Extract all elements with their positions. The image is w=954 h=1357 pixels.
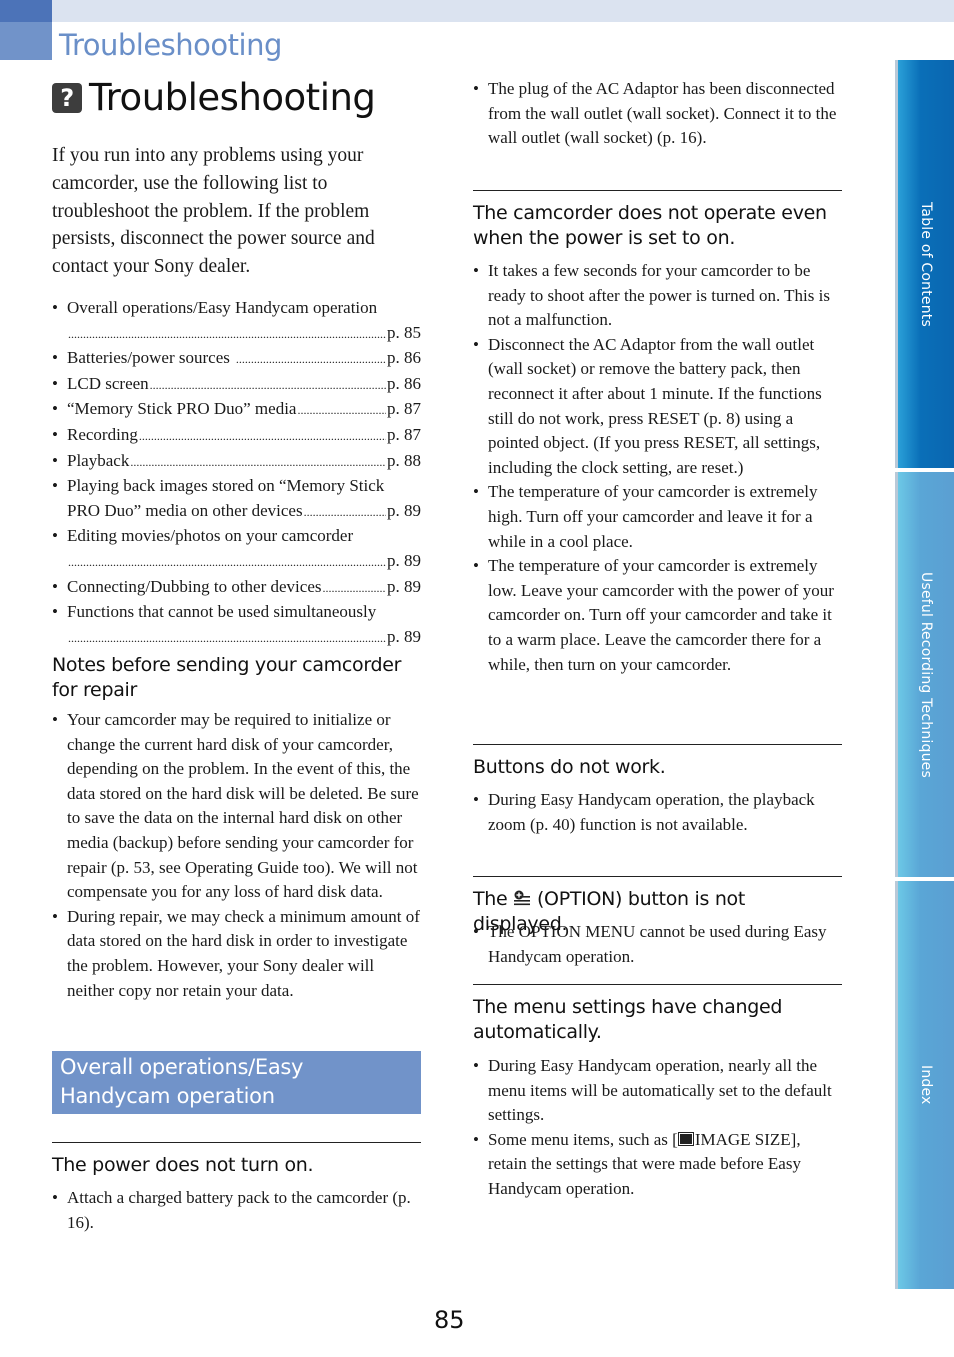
toc-item[interactable]: Batteries/power sourcesp. 86 — [52, 346, 421, 372]
toc-page[interactable]: p. 86 — [387, 372, 421, 397]
problem-list: It takes a few seconds for your camcorde… — [473, 259, 843, 677]
toc-item[interactable]: “Memory Stick PRO Duo” mediap. 87 — [52, 397, 421, 423]
corner-block-lower — [0, 22, 52, 60]
toc-item[interactable]: Editing movies/photos on your camcorder … — [52, 524, 421, 574]
intro-paragraph: If you run into any problems using your … — [52, 145, 375, 278]
image-size-icon — [677, 1131, 694, 1146]
toc-page[interactable]: p. 89 — [387, 549, 421, 574]
problem-list-continued: The plug of the AC Adaptor has been disc… — [473, 77, 843, 151]
question-mark-icon: ? — [52, 82, 82, 113]
list-item: During repair, we may check a minimum am… — [52, 905, 422, 1003]
toc-item[interactable]: Playbackp. 88 — [52, 449, 421, 475]
divider — [473, 984, 842, 985]
toc-item[interactable]: LCD screenp. 86 — [52, 372, 421, 398]
tab-index[interactable]: Index — [895, 881, 954, 1289]
problem-list: During Easy Handycam operation, the play… — [473, 788, 843, 837]
tab-useful-recording-techniques[interactable]: Useful Recording Techniques — [895, 472, 954, 877]
problem-list: During Easy Handycam operation, nearly a… — [473, 1054, 843, 1202]
toc-item[interactable]: Recordingp. 87 — [52, 423, 421, 449]
toc-page[interactable]: p. 89 — [387, 499, 421, 524]
list-item: Some menu items, such as [IMAGE SIZE], r… — [473, 1128, 843, 1202]
divider — [473, 744, 842, 745]
top-band — [0, 0, 954, 22]
list-item: During Easy Handycam operation, the play… — [473, 788, 843, 837]
toc-page[interactable]: p. 88 — [387, 449, 421, 474]
list-item: The temperature of your camcorder is ext… — [473, 480, 843, 554]
list-item: The OPTION MENU cannot be used during Ea… — [473, 920, 843, 969]
problem-heading: Buttons do not work. — [473, 756, 666, 778]
toc-page[interactable]: p. 86 — [387, 346, 421, 371]
troubleshooting-toc: Overall operations/Easy Handycam operati… — [52, 296, 421, 650]
problem-heading: The camcorder does not operate even when… — [473, 202, 827, 249]
page-title: ? Troubleshooting — [52, 76, 376, 119]
toc-item[interactable]: Playing back images stored on “Memory St… — [52, 474, 421, 524]
toc-page[interactable]: p. 87 — [387, 397, 421, 422]
list-item: The plug of the AC Adaptor has been disc… — [473, 77, 843, 151]
list-item: Attach a charged battery pack to the cam… — [52, 1186, 422, 1235]
list-item: It takes a few seconds for your camcorde… — [473, 259, 843, 333]
toc-page[interactable]: p. 85 — [387, 321, 421, 346]
option-button-icon — [514, 890, 531, 906]
toc-page[interactable]: p. 89 — [387, 625, 421, 650]
list-item: The temperature of your camcorder is ext… — [473, 554, 843, 677]
section-heading-bar: Overall operations/Easy Handycam operati… — [52, 1051, 421, 1114]
section-title: Troubleshooting — [59, 28, 282, 62]
notes-heading: Notes before sending your camcorder for … — [52, 654, 402, 701]
toc-item[interactable]: Connecting/Dubbing to other devicesp. 89 — [52, 575, 421, 601]
toc-item[interactable]: Functions that cannot be used simultaneo… — [52, 600, 421, 650]
page-number: 85 — [434, 1306, 465, 1334]
notes-list: Your camcorder may be required to initia… — [52, 708, 422, 1003]
divider — [473, 876, 842, 877]
list-item: Your camcorder may be required to initia… — [52, 708, 422, 905]
corner-block — [0, 0, 52, 22]
tab-table-of-contents[interactable]: Table of Contents — [895, 60, 954, 468]
list-item: During Easy Handycam operation, nearly a… — [473, 1054, 843, 1128]
page-title-text: Troubleshooting — [89, 76, 376, 119]
problem-heading: The power does not turn on. — [52, 1154, 314, 1176]
problem-heading: The menu settings have changed automatic… — [473, 996, 783, 1043]
divider — [52, 1142, 421, 1143]
divider — [473, 190, 842, 191]
toc-page[interactable]: p. 87 — [387, 423, 421, 448]
toc-page[interactable]: p. 89 — [387, 575, 421, 600]
problem-list: The OPTION MENU cannot be used during Ea… — [473, 920, 843, 969]
problem-list: Attach a charged battery pack to the cam… — [52, 1186, 422, 1235]
toc-item[interactable]: Overall operations/Easy Handycam operati… — [52, 296, 421, 346]
list-item: Disconnect the AC Adaptor from the wall … — [473, 333, 843, 481]
